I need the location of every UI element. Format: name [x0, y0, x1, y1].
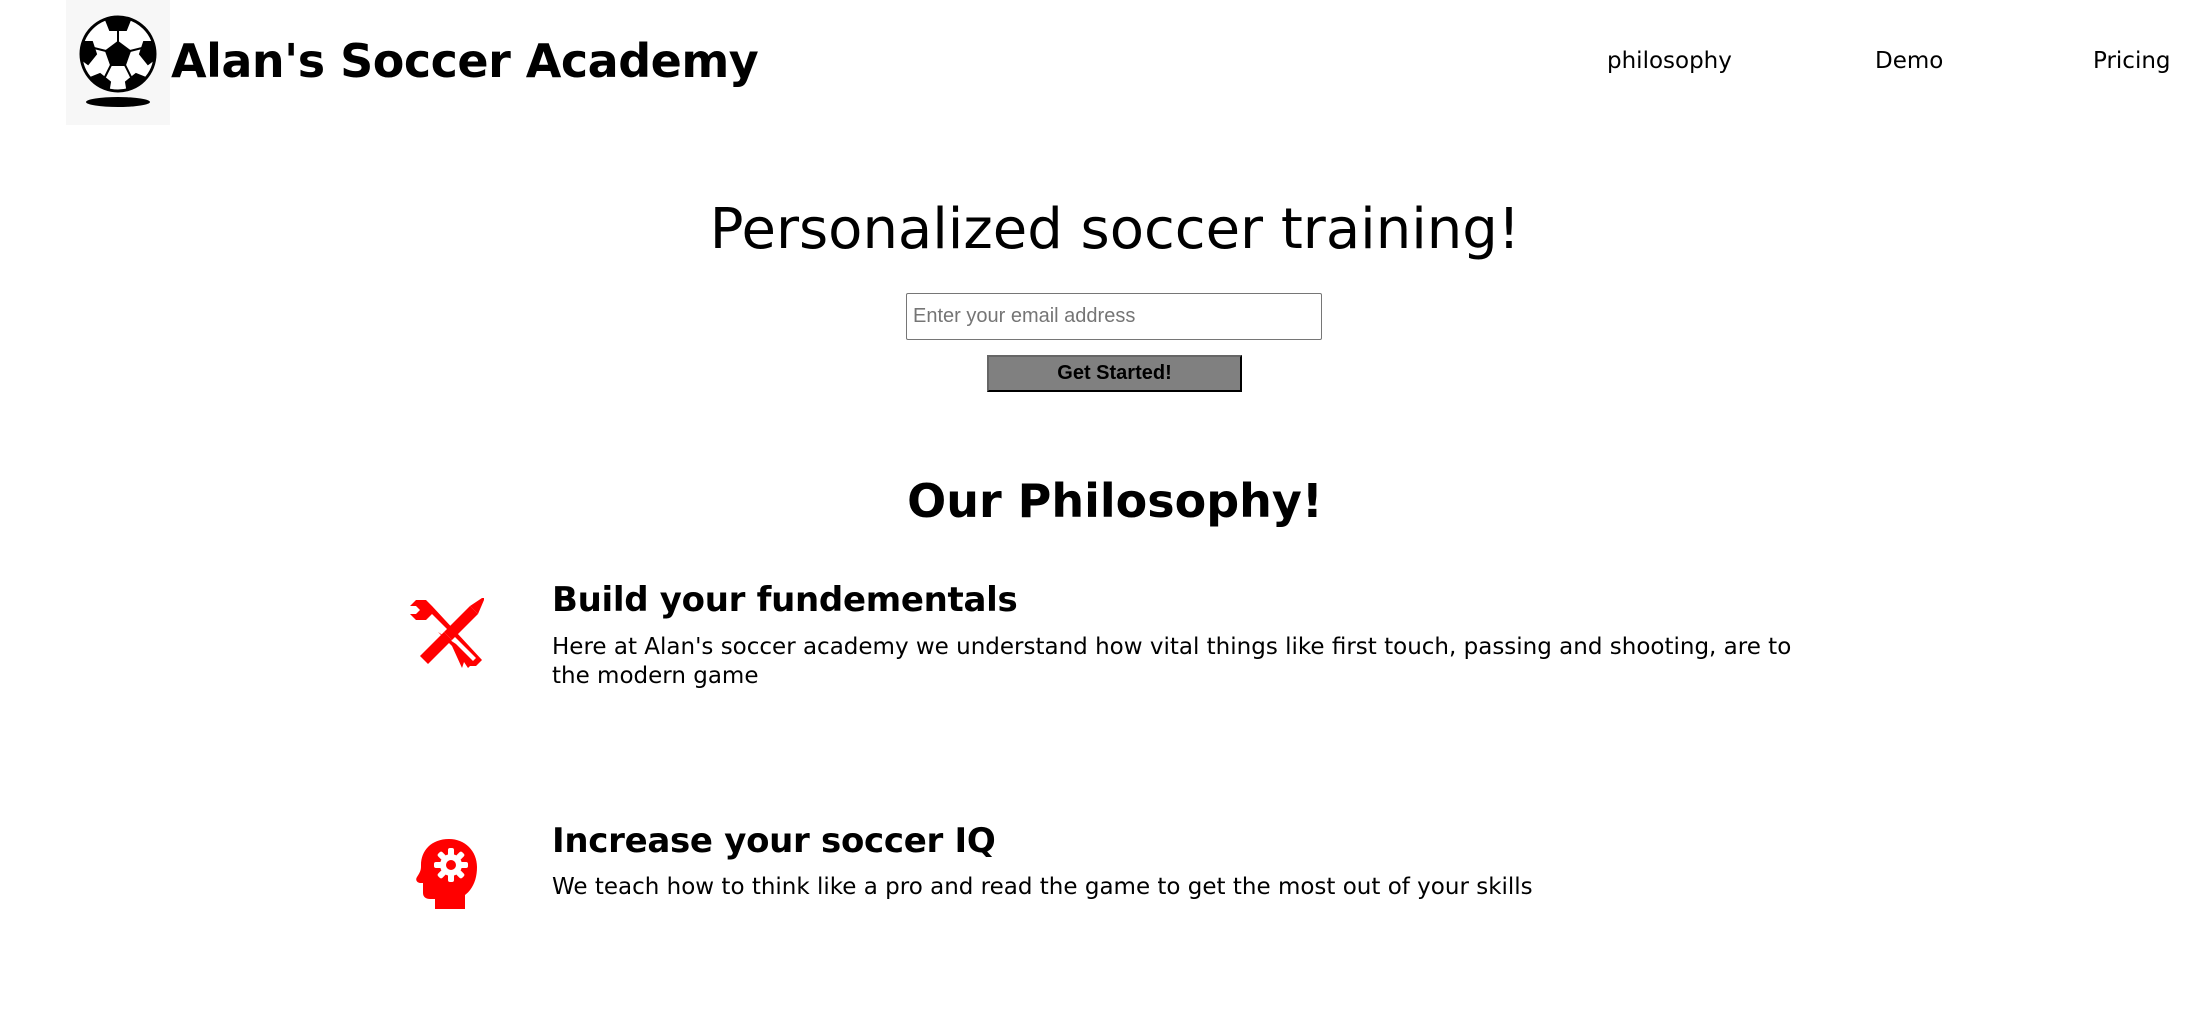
philosophy-title: Our Philosophy! [907, 474, 1323, 528]
site-header: Alan's Soccer Academy philosophy Demo Pr… [0, 0, 2197, 125]
logo[interactable] [66, 0, 170, 125]
soccer-ball-icon [79, 15, 157, 107]
get-started-button[interactable]: Get Started! [987, 355, 1242, 392]
nav-link-pricing[interactable]: Pricing [2093, 46, 2171, 76]
feature-heading: Increase your soccer IQ [552, 821, 996, 861]
feature-text: Here at Alan's soccer academy we underst… [552, 634, 1792, 689]
feature-heading: Build your fundementals [552, 580, 1018, 620]
head-gear-icon [416, 839, 477, 909]
nav-link-demo[interactable]: Demo [1875, 46, 1943, 76]
nav-link-philosophy[interactable]: philosophy [1607, 46, 1732, 76]
site-title: Alan's Soccer Academy [171, 34, 759, 88]
feature-text: We teach how to think like a pro and rea… [552, 874, 1533, 900]
email-input[interactable] [906, 293, 1322, 340]
tools-icon [410, 598, 484, 668]
hero-title: Personalized soccer training! [709, 197, 1521, 262]
